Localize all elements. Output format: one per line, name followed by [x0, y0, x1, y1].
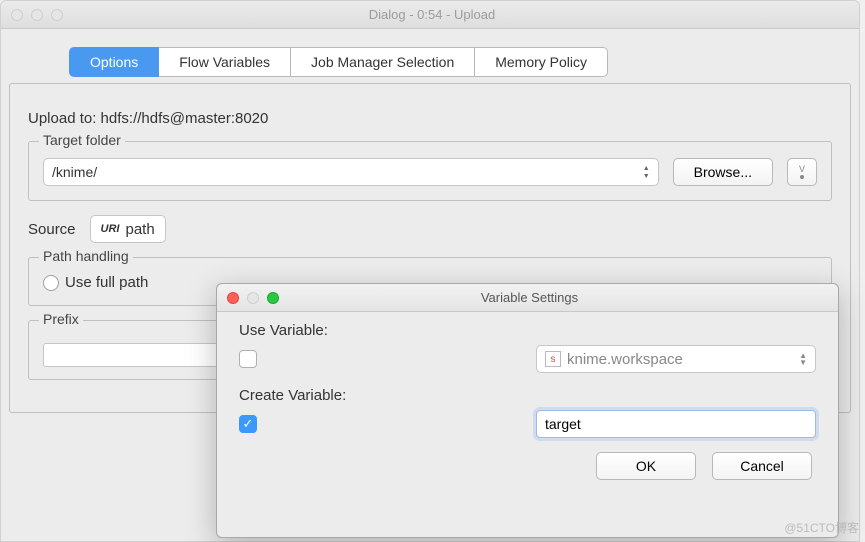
source-field[interactable]: URI path [90, 215, 166, 243]
variable-button[interactable]: V [787, 158, 817, 186]
stepper-icon[interactable]: ▲▼ [643, 165, 650, 180]
close-icon[interactable] [227, 292, 239, 304]
create-variable-checkbox[interactable]: ✓ [239, 415, 257, 433]
use-variable-label: Use Variable: [239, 322, 816, 339]
tab-job-manager[interactable]: Job Manager Selection [291, 47, 475, 77]
ok-button[interactable]: OK [596, 452, 696, 480]
zoom-icon[interactable] [267, 292, 279, 304]
use-full-path-label: Use full path [65, 274, 148, 291]
zoom-icon[interactable] [51, 9, 63, 21]
traffic-lights [11, 9, 63, 21]
tab-flow-variables[interactable]: Flow Variables [159, 47, 291, 77]
dialog2-title: Variable Settings [279, 290, 780, 305]
minimize-icon[interactable] [247, 292, 259, 304]
use-variable-select-value: knime.workspace [567, 351, 683, 368]
string-type-icon: s [545, 351, 561, 367]
path-handling-legend: Path handling [39, 248, 133, 264]
use-variable-select[interactable]: s knime.workspace ▲▼ [536, 345, 816, 373]
chevron-updown-icon: ▲▼ [799, 352, 807, 366]
target-folder-input[interactable]: /knime/ ▲▼ [43, 158, 659, 186]
source-label: Source [28, 221, 76, 238]
browse-button[interactable]: Browse... [673, 158, 773, 186]
window-title: Dialog - 0:54 - Upload [63, 7, 801, 22]
target-folder-group: Target folder /knime/ ▲▼ Browse... V [28, 141, 832, 201]
create-variable-label: Create Variable: [239, 387, 816, 404]
main-titlebar: Dialog - 0:54 - Upload [1, 1, 859, 29]
radio-use-full-path[interactable] [43, 275, 59, 291]
variable-settings-dialog: Variable Settings Use Variable: s knime.… [216, 283, 839, 538]
dialog2-titlebar: Variable Settings [217, 284, 838, 312]
close-icon[interactable] [11, 9, 23, 21]
dialog2-traffic-lights [227, 292, 279, 304]
minimize-icon[interactable] [31, 9, 43, 21]
upload-to-label: Upload to: hdfs://hdfs@master:8020 [28, 110, 832, 127]
uri-icon: URI [101, 223, 120, 235]
tab-memory-policy[interactable]: Memory Policy [475, 47, 608, 77]
create-variable-input[interactable] [536, 410, 816, 438]
cancel-button[interactable]: Cancel [712, 452, 812, 480]
prefix-legend: Prefix [39, 311, 83, 327]
source-row: Source URI path [28, 215, 832, 243]
tab-bar: Options Flow Variables Job Manager Selec… [69, 47, 859, 77]
tab-options[interactable]: Options [69, 47, 159, 77]
use-variable-checkbox[interactable] [239, 350, 257, 368]
target-folder-legend: Target folder [39, 132, 125, 148]
target-folder-value: /knime/ [52, 164, 97, 180]
source-value: path [125, 221, 154, 238]
watermark: @51CTO博客 [784, 519, 859, 536]
